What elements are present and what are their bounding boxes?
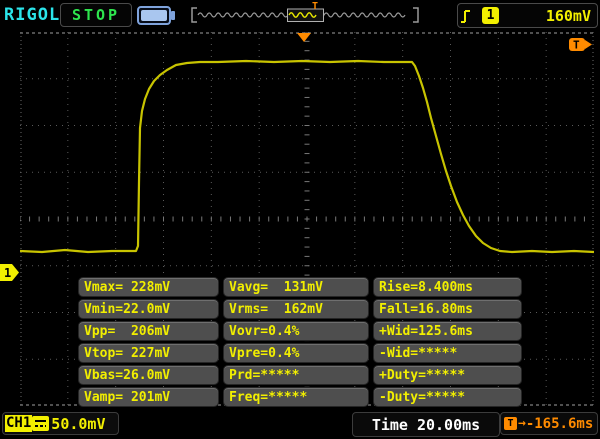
- svg-text:1: 1: [4, 266, 11, 280]
- timebase-label: Time: [371, 415, 408, 434]
- measurement-cell-vrms: Vrms= 162mV: [223, 299, 369, 319]
- timebase-settings: Time 20.00ms: [352, 412, 500, 437]
- run-state-badge: STOP: [60, 3, 132, 27]
- trigger-level-value: 160mV: [545, 6, 591, 25]
- measurement-cell-vamp: Vamp= 201mV: [78, 387, 219, 407]
- waveform-trace: [20, 59, 594, 254]
- measurement-cell-vtop: Vtop= 227mV: [78, 343, 219, 363]
- measurement-cell-vavg: Vavg= 131mV: [223, 277, 369, 297]
- dc-coupling-icon: [32, 416, 50, 431]
- measurement-cell-freq: Freq=*****: [223, 387, 369, 407]
- measurement-row: Vbas=26.0mV Prd=***** +Duty=*****: [78, 365, 524, 385]
- channel1-badge: CH1: [5, 415, 33, 432]
- channel1-scale-value: 50.0mV: [51, 414, 106, 433]
- offset-arrow-icon: →: [518, 416, 526, 431]
- trigger-settings: 1 160mV: [457, 3, 598, 28]
- measurement-row: Vmax= 228mV Vavg= 131mV Rise=8.400ms: [78, 277, 524, 297]
- measurement-cell-vmax: Vmax= 228mV: [78, 277, 219, 297]
- oscilloscope-screen: RIGOL STOP T 1 160mV T 1 Vmax= 228mV Vav…: [0, 0, 600, 439]
- measurement-row: Vtop= 227mV Vpre=0.4% -Wid=*****: [78, 343, 524, 363]
- measurement-cell-vovr: Vovr=0.4%: [223, 321, 369, 341]
- measurement-row: Vmin=22.0mV Vrms= 162mV Fall=16.80ms: [78, 299, 524, 319]
- memory-position-indicator: T: [191, 1, 419, 23]
- measurement-cell-vbas: Vbas=26.0mV: [78, 365, 219, 385]
- measurement-cell-vpp: Vpp= 206mV: [78, 321, 219, 341]
- measurement-cell-vpre: Vpre=0.4%: [223, 343, 369, 363]
- channel1-vertical-settings: CH1 50.0mV: [2, 412, 119, 435]
- measurement-cell-nwid: -Wid=*****: [373, 343, 522, 363]
- bottom-status-bar: CH1 50.0mV Time 20.00ms T → -165.6ms: [0, 410, 600, 439]
- battery-nub: [171, 11, 175, 20]
- horizontal-offset-value: -165.6ms: [525, 415, 594, 432]
- memory-trigger-marker: T: [312, 1, 318, 12]
- horizontal-offset: T → -165.6ms: [500, 412, 598, 435]
- trigger-source-badge: 1: [482, 7, 499, 24]
- measurement-cell-fall: Fall=16.80ms: [373, 299, 522, 319]
- measurement-cell-prd: Prd=*****: [223, 365, 369, 385]
- measurement-row: Vpp= 206mV Vovr=0.4% +Wid=125.6ms: [78, 321, 524, 341]
- svg-text:T: T: [573, 39, 580, 52]
- battery-icon: [137, 6, 175, 25]
- trigger-position-marker-icon: [297, 33, 311, 42]
- trigger-position-icon: T: [504, 417, 517, 430]
- measurement-cell-rise: Rise=8.400ms: [373, 277, 522, 297]
- brand-logo: RIGOL: [4, 5, 61, 25]
- battery-fill: [141, 10, 167, 21]
- measurement-cell-pwid: +Wid=125.6ms: [373, 321, 522, 341]
- edge-trigger-icon: [461, 9, 470, 23]
- timebase-value: 20.00ms: [416, 415, 481, 434]
- measurement-cell-vmin: Vmin=22.0mV: [78, 299, 219, 319]
- measurement-cell-nduty: -Duty=*****: [373, 387, 522, 407]
- measurement-cell-pduty: +Duty=*****: [373, 365, 522, 385]
- run-state-label: STOP: [71, 6, 121, 24]
- channel1-ground-marker: 1: [0, 264, 19, 281]
- measurement-row: Vamp= 201mV Freq=***** -Duty=*****: [78, 387, 524, 407]
- measurement-panel: Vmax= 228mV Vavg= 131mV Rise=8.400ms Vmi…: [78, 277, 524, 409]
